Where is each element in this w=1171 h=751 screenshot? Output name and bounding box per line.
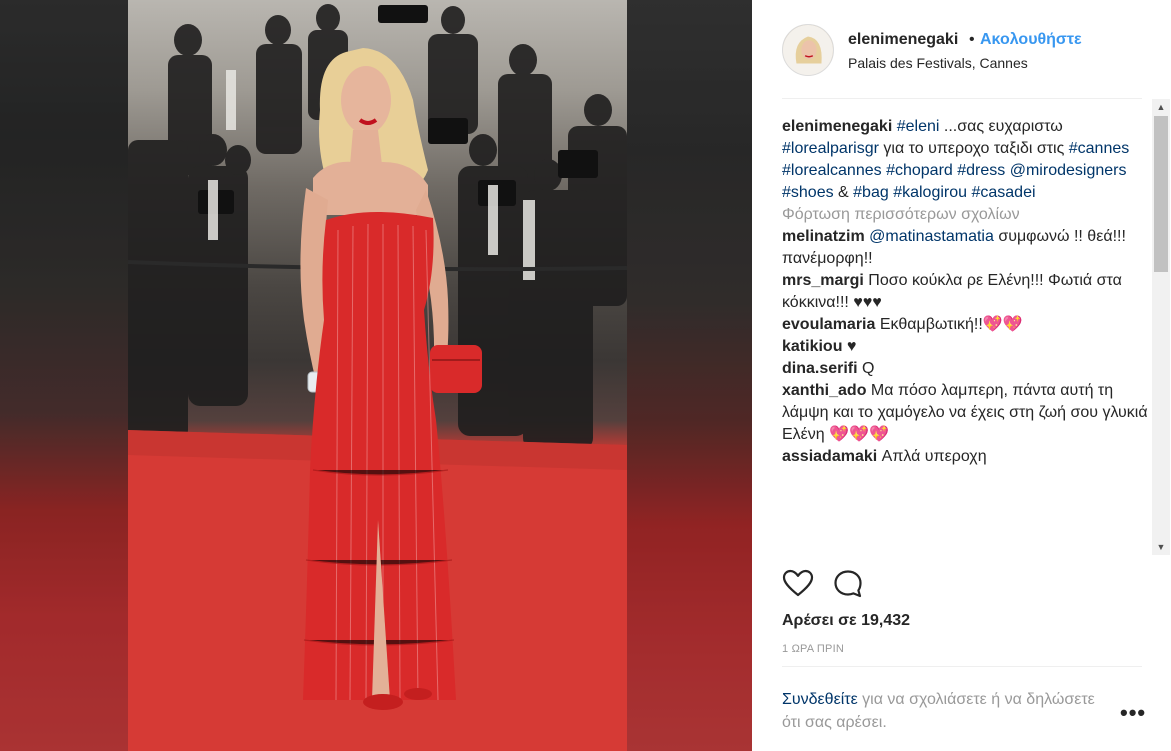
hashtag-link[interactable]: #cannes <box>1069 140 1130 157</box>
post-username[interactable]: elenimenegaki <box>848 31 958 49</box>
comment-text: Εκθαμβωτική!!💖💖 <box>879 316 1023 333</box>
photo-stage <box>0 0 752 751</box>
comment: dina.serifi Q <box>782 358 1148 380</box>
comment: katikiou ♥ <box>782 336 1148 358</box>
comment-username[interactable]: katikiou <box>782 338 842 355</box>
post-caption: elenimenegaki #eleni ...σας ευχαριστω #l… <box>782 116 1148 204</box>
scroll-up-arrow-icon[interactable]: ▲ <box>1152 99 1170 115</box>
hashtag-link[interactable]: #chopard <box>886 162 953 179</box>
comment: assiadamaki Απλά υπεροχη <box>782 446 1148 468</box>
post-photo[interactable] <box>128 0 627 751</box>
hashtag-link[interactable]: #bag <box>853 184 889 201</box>
likes-count[interactable]: Αρέσει σε 19,432 <box>782 612 910 630</box>
heart-icon <box>782 569 814 597</box>
comment: melinatzim @matinastamatia συμφωνώ !! θε… <box>782 226 1148 270</box>
separator-dot: • <box>969 31 975 48</box>
photo-blur-left <box>0 0 128 751</box>
comment: mrs_margi Ποσο κούκλα ρε Ελένη!!! Φωτιά … <box>782 270 1148 314</box>
comment-text: Q <box>862 360 875 377</box>
hashtag-link[interactable]: #kalogirou <box>893 184 967 201</box>
load-more-comments-button[interactable]: Φόρτωση περισσότερων σχολίων <box>782 204 1148 226</box>
comment-username[interactable]: xanthi_ado <box>782 382 866 399</box>
hashtag-link[interactable]: #shoes <box>782 184 834 201</box>
comment: evoulamaria Εκθαμβωτική!!💖💖 <box>782 314 1148 336</box>
avatar[interactable] <box>782 24 834 76</box>
scroll-down-arrow-icon[interactable]: ▼ <box>1152 539 1170 555</box>
avatar-image <box>783 25 833 75</box>
caption-text: για το υπεροχο ταξιδι στις <box>878 140 1069 157</box>
mention-link[interactable]: @matinastamatia <box>869 228 994 245</box>
hashtag-link[interactable]: #casadei <box>971 184 1035 201</box>
hashtag-link[interactable]: #lorealparisgr <box>782 140 879 157</box>
comment-text: Απλά υπεροχη <box>881 448 987 465</box>
follow-button[interactable]: Ακολουθήστε <box>980 31 1082 49</box>
scrollbar-thumb[interactable] <box>1154 116 1168 272</box>
hashtag-link[interactable]: #eleni <box>897 118 940 135</box>
post-header: elenimenegaki • Ακολουθήστε Palais des F… <box>752 0 1171 82</box>
login-link[interactable]: Συνδεθείτε <box>782 691 858 708</box>
more-options-icon[interactable]: ••• <box>1120 702 1146 724</box>
post-side-panel: elenimenegaki • Ακολουθήστε Palais des F… <box>752 0 1171 751</box>
comment-username[interactable]: dina.serifi <box>782 360 858 377</box>
comment-username[interactable]: assiadamaki <box>782 448 877 465</box>
comment: xanthi_ado Μα πόσο λαμπερη, πάντα αυτή τ… <box>782 380 1148 446</box>
photo-blur-right <box>627 0 752 751</box>
mention-link[interactable]: @mirodesigners <box>1010 162 1127 179</box>
location-link[interactable]: Palais des Festivals, Cannes <box>848 55 1028 71</box>
comment-text: ♥ <box>846 338 857 355</box>
comment-button[interactable] <box>832 568 864 600</box>
post-timestamp: 1 ΩΡΑ ΠΡΙΝ <box>782 643 844 655</box>
divider <box>782 666 1142 667</box>
caption-username[interactable]: elenimenegaki <box>782 118 892 135</box>
hashtag-link[interactable]: #dress <box>957 162 1005 179</box>
comment-bubble-icon <box>834 570 862 598</box>
caption-text: & <box>833 184 854 201</box>
comment-username[interactable]: evoulamaria <box>782 316 875 333</box>
like-button[interactable] <box>782 568 814 600</box>
photo-illustration <box>128 4 627 751</box>
divider <box>782 98 1142 99</box>
hashtag-link[interactable]: #lorealcannes <box>782 162 882 179</box>
login-prompt: Συνδεθείτε για να σχολιάσετε ή να δηλώσε… <box>782 688 1102 734</box>
comment-username[interactable]: mrs_margi <box>782 272 864 289</box>
comments-scrollbar[interactable]: ▲ ▼ <box>1152 99 1170 555</box>
caption-text: ...σας ευχαριστω <box>939 118 1063 135</box>
comment-username[interactable]: melinatzim <box>782 228 865 245</box>
comments-list[interactable]: elenimenegaki #eleni ...σας ευχαριστω #l… <box>782 116 1148 556</box>
